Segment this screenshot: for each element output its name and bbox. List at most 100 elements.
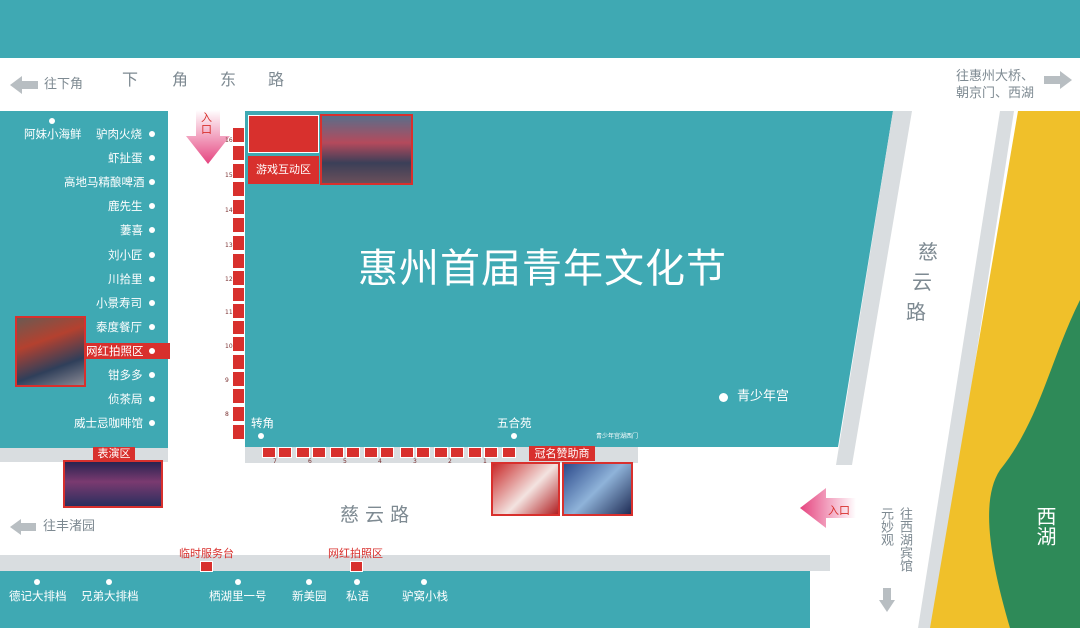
booth-number: 14 [225,207,233,214]
road-ciyun-right-char-1: 慈 [918,240,938,264]
booth-15[interactable] [232,163,245,179]
shop-dot [149,227,155,233]
booth-11[interactable] [232,303,245,319]
booth-filler [232,354,245,370]
wuheyuan-dot [511,433,517,439]
shop-zhenchaju[interactable]: 侦茶局 [108,392,143,406]
game-zone-label[interactable]: 游戏互动区 [248,156,319,184]
shop-lvwo-xiaozhan[interactable]: 驴窝小栈 [402,589,448,603]
festival-title: 惠州首届青年文化节 [358,246,727,292]
booth-16[interactable] [232,127,245,143]
game-zone-block[interactable] [248,115,319,153]
shop-taidu-restaurant[interactable]: 泰度餐厅 [96,320,142,334]
shop-dot [149,396,155,402]
booth-filler [232,388,245,404]
booth-number: 10 [225,343,233,350]
booth-9[interactable] [232,371,245,387]
booth-3[interactable] [416,447,430,458]
entrance-right-label: 入口 [828,504,850,517]
sponsor-label[interactable]: 冠名赞助商 [529,446,595,461]
shop-dot [149,348,155,354]
booth-filler [232,320,245,335]
photo-zone-left-label[interactable]: 网红拍照区 [86,344,144,358]
booth-number: 6 [308,458,312,465]
shop-xinmeiyuan[interactable]: 新美园 [292,589,327,603]
direction-yuanmiaoguan: 元妙观 [878,507,893,546]
youth-palace-dot [719,393,728,402]
service-desk-marker[interactable] [200,561,213,572]
shop-qixi[interactable]: 萋喜 [120,223,143,237]
booth-filler [232,287,245,302]
booth-filler [232,181,245,197]
booth-14[interactable] [232,199,245,215]
direction-xihu-hotel: 往西湖宾馆 [897,507,912,572]
booth-filler [232,145,245,161]
road-ciyun-right-char-2: 云 [912,270,932,294]
booth-number: 5 [343,458,347,465]
booth-13[interactable] [232,235,245,251]
shop-xiaojing-sushi[interactable]: 小景寿司 [96,296,142,310]
shop-dot [421,579,427,585]
booth-number: 12 [225,276,233,283]
booth-filler [262,447,276,458]
booth-number: 4 [378,458,382,465]
shop-qihuli-yihao[interactable]: 栖湖里一号 [209,589,267,603]
shop-amei-seafood[interactable]: 阿妹小海鲜 [24,127,82,141]
booth-filler [232,217,245,233]
booth-4[interactable] [380,447,394,458]
shop-xiachedan[interactable]: 虾扯蛋 [108,151,143,165]
booth-filler [364,447,378,458]
shop-siyu[interactable]: 私语 [346,589,369,603]
shop-qianduoduo[interactable]: 钳多多 [108,368,143,382]
lake-label-xi: 西湖 [1031,506,1060,551]
booth-number: 2 [448,458,452,465]
booth-filler [330,447,344,458]
booth-1[interactable] [484,447,498,458]
shop-dot [34,579,40,585]
booth-filler [400,447,414,458]
lake-label: 西湖 [1033,506,1057,546]
entrance-top-label: 入口 [201,111,212,136]
booth-filler [502,447,516,458]
booth-filler [232,424,245,440]
youth-palace-gate-label: 青少年宫湖西门 [596,433,639,440]
booth-filler [468,447,482,458]
shop-xiongdi-dapaidang[interactable]: 兄弟大排档 [81,589,139,603]
shop-lvrou-huoshao[interactable]: 驴肉火烧 [96,127,142,141]
booth-filler [296,447,310,458]
booth-number: 7 [273,458,277,465]
booth-6[interactable] [312,447,326,458]
shop-gaodima-beer[interactable]: 高地马精酿啤酒 [64,175,145,189]
photo-zone-bottom-label: 网红拍照区 [328,547,383,560]
booth-5[interactable] [346,447,360,458]
sponsor-photo-building [562,462,633,516]
booth-12[interactable] [232,270,245,286]
shop-dot [149,203,155,209]
booth-number: 15 [225,172,233,179]
photo-zone-bottom-marker[interactable] [350,561,363,572]
arrow-down-icon [879,588,895,616]
booth-number: 1 [483,458,487,465]
booth-number: 16 [225,137,233,144]
booth-8[interactable] [232,406,245,422]
shop-dot [149,276,155,282]
sponsor-photo-coca-cola [491,462,560,516]
shop-liuxiaojiang[interactable]: 刘小匠 [108,248,143,262]
performance-zone-label[interactable]: 表演区 [93,447,135,461]
shop-luxiansheng[interactable]: 鹿先生 [108,199,143,213]
road-ciyun-middle: 慈 云 路 [340,504,410,526]
booth-number: 3 [413,458,417,465]
booth-10[interactable] [232,336,245,352]
arrow-left-icon [10,519,36,539]
shop-dot [49,118,55,124]
performance-zone-photo [63,460,163,508]
booth-7[interactable] [278,447,292,458]
shop-dot [149,179,155,185]
shop-whisky-cafe[interactable]: 威士忌咖啡馆 [74,416,143,430]
corner-dot [258,433,264,439]
shop-chuanshili[interactable]: 川拾里 [108,272,143,286]
booth-filler [232,253,245,269]
booth-2[interactable] [450,447,464,458]
shop-deji-dapaidang[interactable]: 德记大排档 [9,589,67,603]
shop-dot [149,372,155,378]
